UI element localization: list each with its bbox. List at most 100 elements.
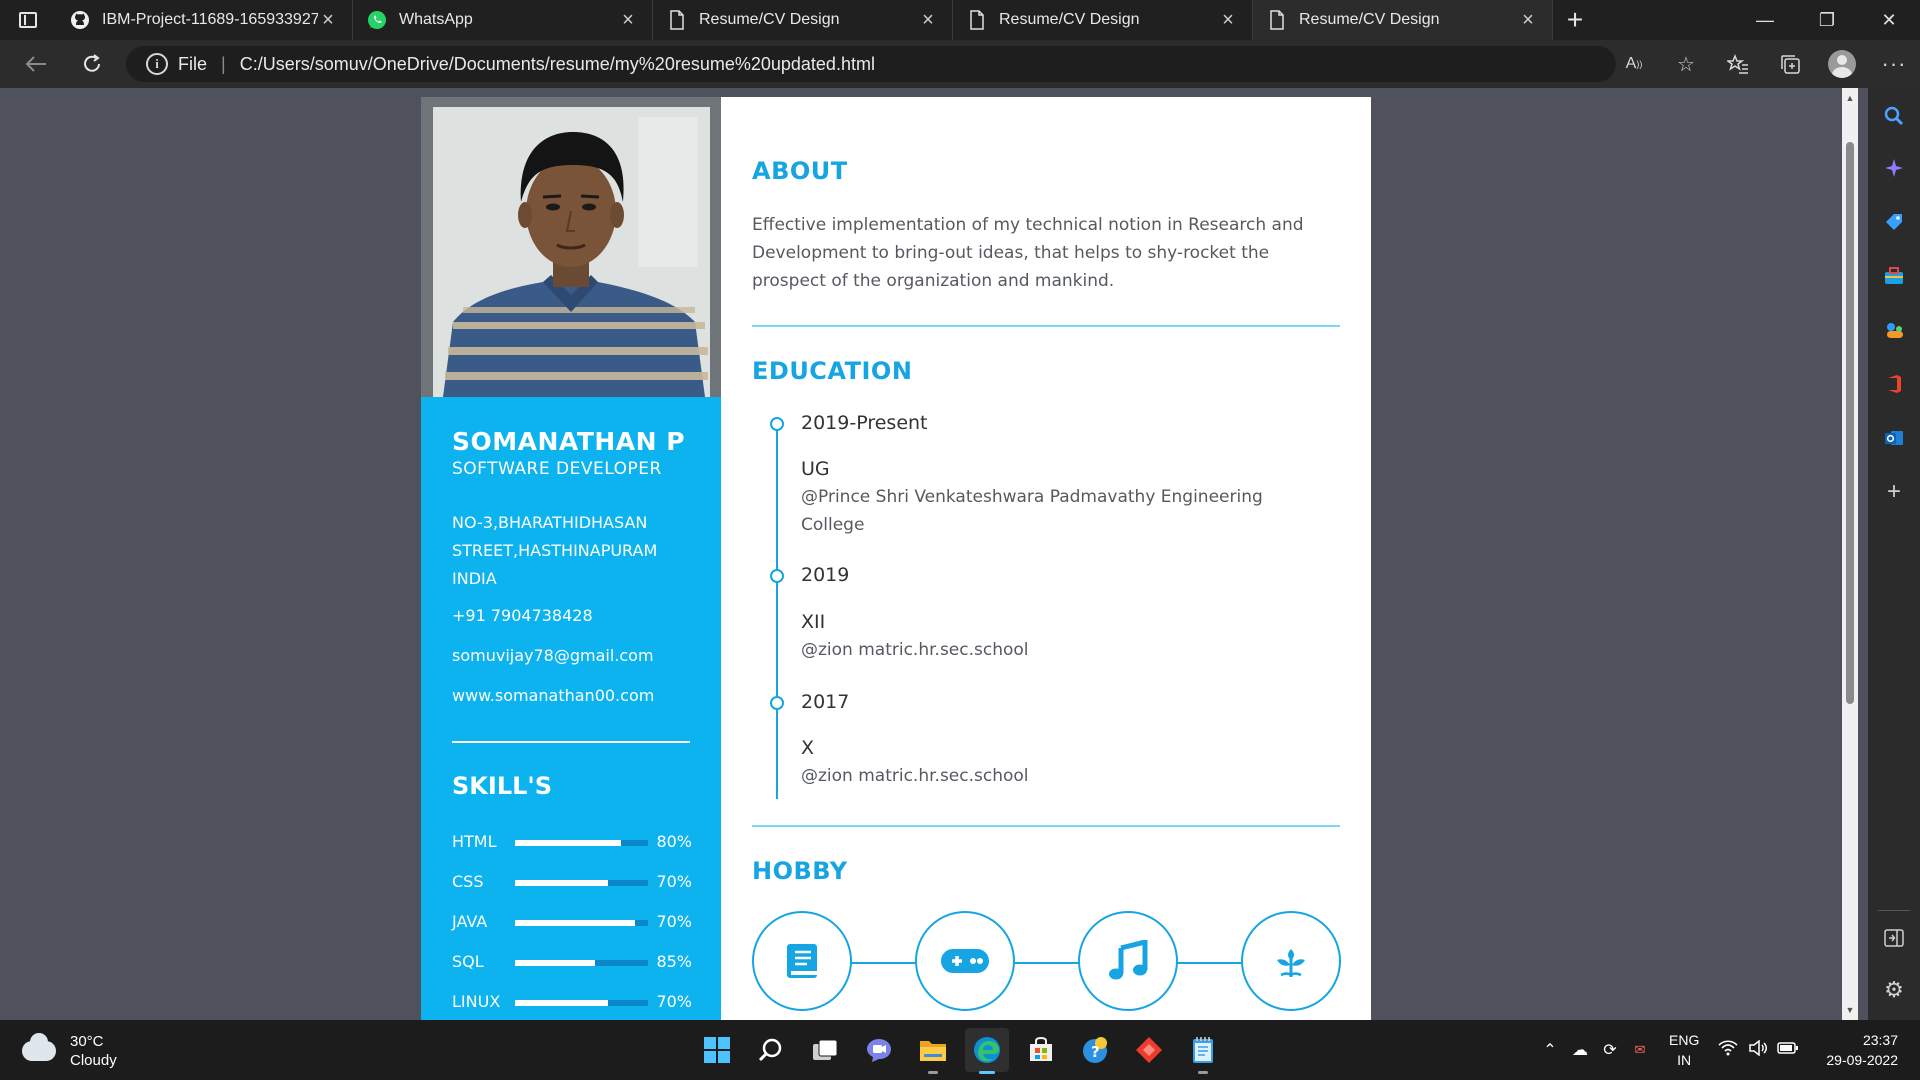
discover-icon[interactable] [1868, 148, 1920, 188]
close-tab-icon[interactable]: × [918, 9, 938, 32]
scroll-down-arrow[interactable]: ▼ [1842, 1002, 1858, 1018]
edge-browser-button[interactable] [965, 1028, 1009, 1074]
office-icon[interactable] [1868, 364, 1920, 404]
search-icon[interactable] [1868, 96, 1920, 136]
education-divider [752, 825, 1340, 827]
lang-code: ENG [1669, 1032, 1700, 1048]
scheme-label: File [178, 53, 208, 74]
about-heading: ABOUT [752, 157, 848, 185]
windows-logo-icon [704, 1037, 730, 1063]
folder-icon [920, 1041, 946, 1061]
close-tab-icon[interactable]: × [1218, 9, 1238, 32]
shopping-icon[interactable] [1868, 202, 1920, 242]
svg-text:?: ? [1091, 1043, 1100, 1061]
collections-icon[interactable] [1764, 40, 1816, 88]
back-button[interactable] [8, 40, 64, 88]
hide-sidebar-icon[interactable] [1868, 918, 1920, 958]
skill-bar [515, 880, 648, 886]
resume-right-column: ABOUT Effective implementation of my tec… [721, 97, 1371, 1020]
profile-avatar[interactable] [1828, 50, 1856, 78]
weather-desc: Cloudy [70, 1052, 117, 1069]
notification-app-icon[interactable]: ✉ [1625, 1042, 1655, 1058]
tab-bar: IBM-Project-11689-1659339271/ × WhatsApp… [0, 0, 1920, 40]
favorites-icon[interactable] [1712, 40, 1764, 88]
page-scrollbar[interactable]: ▲ ▼ [1842, 88, 1858, 1020]
skill-sql: SQL 85% [452, 952, 692, 974]
file-explorer-button[interactable] [911, 1028, 955, 1074]
close-window-button[interactable]: ✕ [1858, 0, 1920, 40]
tab-resume-3-active[interactable]: Resume/CV Design × [1253, 0, 1553, 40]
skill-fill [515, 880, 609, 886]
tab-resume-2[interactable]: Resume/CV Design × [953, 0, 1253, 40]
music-icon [1078, 911, 1178, 1011]
notepad-button[interactable] [1181, 1028, 1225, 1074]
address-input[interactable]: i File | C:/Users/somuv/OneDrive/Documen… [126, 46, 1616, 82]
new-tab-button[interactable]: + [1553, 0, 1597, 40]
taskbar-search-button[interactable] [749, 1028, 793, 1072]
profile-photo [421, 97, 721, 397]
update-icon[interactable]: ⟳ [1595, 1040, 1625, 1060]
wifi-icon[interactable] [1713, 1039, 1743, 1061]
close-tab-icon[interactable]: × [618, 9, 638, 32]
region-code: IN [1677, 1052, 1692, 1068]
sidebar-divider [1878, 910, 1910, 911]
tab-actions-menu[interactable] [0, 0, 56, 40]
add-favorite-icon[interactable]: ☆ [1660, 40, 1712, 88]
resume-role: SOFTWARE DEVELOPER [452, 459, 662, 479]
toolbar-icons: A)) ☆ ··· [1608, 40, 1920, 88]
add-sidebar-app-icon[interactable]: + [1868, 472, 1920, 512]
weather-temp: 30°C [70, 1033, 104, 1050]
refresh-icon [84, 54, 100, 72]
sidebar-settings-icon[interactable]: ⚙ [1868, 970, 1920, 1010]
battery-icon[interactable] [1773, 1041, 1803, 1059]
running-indicator [1198, 1071, 1208, 1074]
tab-whatsapp[interactable]: WhatsApp × [353, 0, 653, 40]
photo-frame [433, 107, 710, 397]
games-icon[interactable] [1868, 310, 1920, 350]
site-info-icon[interactable]: i [146, 53, 168, 75]
task-view-button[interactable] [803, 1028, 847, 1072]
more-options-icon[interactable]: ··· [1868, 40, 1920, 88]
show-hidden-icons-chevron-icon[interactable]: ⌃ [1535, 1040, 1565, 1060]
skill-name: CSS [452, 872, 484, 891]
tab-actions-icon [19, 12, 37, 28]
read-aloud-icon[interactable]: A)) [1608, 40, 1660, 88]
tools-icon[interactable] [1868, 256, 1920, 296]
tab-resume-1[interactable]: Resume/CV Design × [653, 0, 953, 40]
resume-email: somuvijay78@gmail.com [452, 646, 654, 665]
scroll-up-arrow[interactable]: ▲ [1842, 90, 1858, 106]
edu-degree: XII [801, 611, 826, 633]
tab-ibm-project[interactable]: IBM-Project-11689-1659339271/ × [56, 0, 353, 40]
skill-css: CSS 70% [452, 872, 692, 894]
volume-icon[interactable] [1743, 1038, 1773, 1061]
minimize-button[interactable]: — [1734, 0, 1796, 40]
outlook-icon[interactable] [1868, 418, 1920, 458]
address-bar-row: i File | C:/Users/somuv/OneDrive/Documen… [0, 40, 1920, 88]
skill-html: HTML 80% [452, 832, 692, 854]
get-help-button[interactable]: ? [1073, 1028, 1117, 1072]
edu-degree: X [801, 737, 815, 759]
tab-title: Resume/CV Design [999, 11, 1140, 28]
refresh-button[interactable] [64, 40, 120, 88]
weather-widget[interactable]: 30°C Cloudy [22, 1032, 117, 1070]
skill-percent: 80% [656, 832, 692, 851]
taskbar-clock[interactable]: 23:37 29-09-2022 [1826, 1030, 1898, 1070]
edu-institution: @zion matric.hr.sec.school [801, 766, 1029, 786]
skill-fill [515, 960, 595, 966]
teams-chat-button[interactable] [857, 1028, 901, 1072]
start-button[interactable] [695, 1028, 739, 1072]
language-indicator[interactable]: ENG IN [1669, 1030, 1699, 1070]
help-icon: ? [1083, 1037, 1107, 1063]
edu-institution: @Prince Shri Venkateshwara Padmavathy En… [801, 487, 1263, 535]
restore-button[interactable]: ❐ [1796, 0, 1858, 40]
scroll-thumb[interactable] [1846, 142, 1854, 704]
close-tab-icon[interactable]: × [318, 9, 338, 32]
skill-bar [515, 1000, 648, 1006]
microsoft-store-button[interactable] [1019, 1028, 1063, 1072]
cloud-sync-icon[interactable]: ☁ [1565, 1040, 1595, 1060]
close-tab-icon[interactable]: × [1518, 9, 1538, 32]
anydesk-button[interactable] [1127, 1028, 1171, 1072]
running-indicator [979, 1071, 995, 1074]
edu-institution: @zion matric.hr.sec.school [801, 640, 1029, 660]
windows-taskbar: 30°C Cloudy ? ⌃ ☁ ⟳ ✉ ENG IN 23:37 29-09… [0, 1020, 1920, 1080]
